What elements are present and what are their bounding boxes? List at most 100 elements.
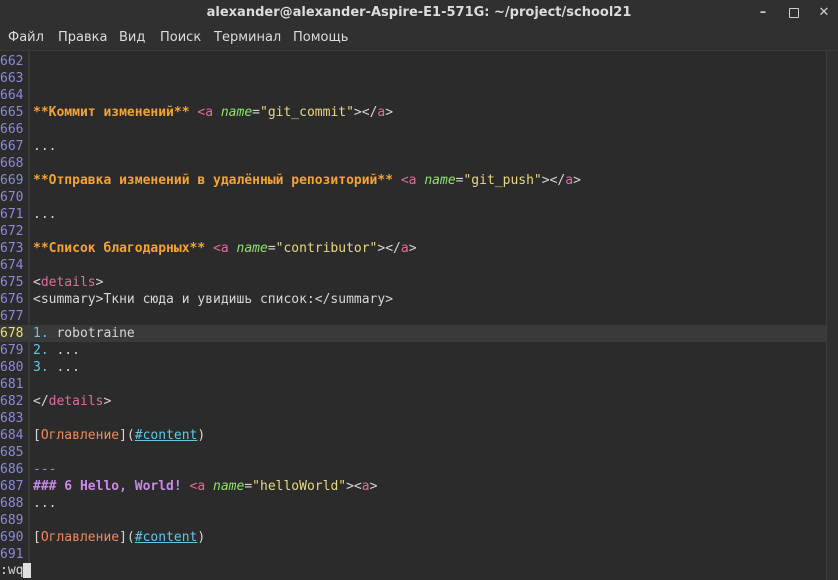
menu-search[interactable]: Поиск bbox=[160, 26, 201, 50]
code-token: "helloWorld" bbox=[252, 479, 347, 494]
line-number: 681 bbox=[0, 377, 24, 392]
line-number: 665 bbox=[0, 105, 24, 120]
code-token: > bbox=[103, 394, 112, 409]
code-token: > bbox=[95, 275, 104, 290]
code-token: name bbox=[236, 241, 268, 256]
line-number: 689 bbox=[0, 513, 24, 528]
line-number: 687 bbox=[0, 479, 24, 494]
editor-line[interactable]: 680 3. ... bbox=[0, 359, 826, 376]
editor-line[interactable]: 674 bbox=[0, 257, 826, 274]
editor-line[interactable]: 688... bbox=[0, 495, 826, 512]
editor-line[interactable]: 673 **Список благодарных** <a name="contr… bbox=[0, 240, 826, 257]
line-text: <summary>Ткни сюда и увидишь список:</su… bbox=[33, 291, 393, 308]
line-number: 690 bbox=[0, 530, 24, 545]
code-token: ></ bbox=[353, 105, 378, 120]
code-token: a bbox=[565, 173, 574, 188]
code-token: > bbox=[385, 105, 394, 120]
line-number: 676 bbox=[0, 292, 24, 307]
command-line[interactable]: :wq bbox=[0, 562, 826, 580]
line-number: 682 bbox=[0, 394, 24, 409]
menu-edit[interactable]: Правка bbox=[58, 26, 107, 50]
editor-line[interactable]: 687 ### 6 Hello, World! <a name="helloWor… bbox=[0, 478, 826, 495]
editor-line[interactable]: 679 2. ... bbox=[0, 342, 826, 359]
editor-line[interactable]: 664 bbox=[0, 87, 826, 104]
editor-line[interactable]: 691 bbox=[0, 546, 826, 563]
code-token: ) bbox=[197, 530, 206, 545]
editor-line[interactable]: 670 bbox=[0, 189, 826, 206]
menu-file[interactable]: Файл bbox=[8, 26, 44, 50]
code-token: name bbox=[220, 105, 253, 120]
editor-line[interactable]: 667... bbox=[0, 138, 826, 155]
menu-view[interactable]: Вид bbox=[119, 26, 145, 50]
editor-line[interactable]: 686 --- bbox=[0, 461, 826, 478]
line-number: 686 bbox=[0, 462, 24, 477]
line-text: 1. robotraine bbox=[33, 325, 135, 342]
editor-line[interactable]: 662 bbox=[0, 53, 826, 70]
code-token: #content bbox=[134, 530, 198, 545]
editor-line[interactable]: 684 [Оглавление](#content) bbox=[0, 427, 826, 444]
code-token: ]( bbox=[119, 530, 135, 545]
close-icon[interactable]: ✕ bbox=[815, 4, 833, 22]
editor-line[interactable]: 678 1. robotraine bbox=[0, 325, 826, 342]
code-token: > bbox=[408, 241, 417, 256]
line-text: ... bbox=[33, 495, 56, 512]
code-token: ></ bbox=[377, 241, 401, 256]
code-token: = bbox=[267, 241, 276, 256]
editor-line[interactable]: 666 bbox=[0, 121, 826, 138]
editor-line[interactable]: 672 bbox=[0, 223, 826, 240]
code-token: "git_push" bbox=[463, 173, 542, 188]
code-token: ]( bbox=[119, 428, 135, 443]
title-bar: alexander@alexander-Aspire-E1-571G: ~/pr… bbox=[0, 0, 838, 26]
menu-bar: Файл Правка Вид Поиск Терминал Помощь bbox=[0, 26, 838, 51]
code-token: = bbox=[244, 479, 253, 494]
code-token: ... bbox=[33, 207, 57, 222]
code-token: <a bbox=[213, 241, 229, 256]
editor-line[interactable]: 668 bbox=[0, 155, 826, 172]
editor-line[interactable]: 683 bbox=[0, 410, 826, 427]
code-token: <a bbox=[197, 105, 214, 120]
line-text: <details> bbox=[33, 274, 103, 291]
editor-line[interactable]: 690 [Оглавление](#content) bbox=[0, 529, 826, 546]
line-number: 667 bbox=[0, 139, 24, 154]
editor-line[interactable]: 663 bbox=[0, 70, 826, 87]
editor-line[interactable]: 669 **Отправка изменений в удалённый репо… bbox=[0, 172, 826, 189]
minimize-icon[interactable]: – bbox=[754, 4, 772, 22]
maximize-icon[interactable] bbox=[785, 4, 803, 22]
code-token: <a bbox=[400, 173, 417, 188]
code-token: ></ bbox=[541, 173, 566, 188]
editor-line[interactable]: 675 <details> bbox=[0, 274, 826, 291]
line-text: --- bbox=[33, 461, 56, 478]
menu-terminal[interactable]: Терминал bbox=[214, 26, 281, 50]
line-number: 677 bbox=[0, 309, 24, 324]
line-number: 683 bbox=[0, 411, 24, 426]
code-token: [ bbox=[33, 530, 41, 545]
code-token: ... bbox=[48, 343, 80, 358]
line-number: 680 bbox=[0, 360, 24, 375]
line-number: 668 bbox=[0, 156, 24, 171]
editor-area[interactable]: 662 663 664 665 **Коммит изменений** <a name… bbox=[0, 51, 838, 563]
line-number: 688 bbox=[0, 496, 24, 511]
editor-line[interactable]: 676 <summary>Ткни сюда и увидишь список:<… bbox=[0, 291, 826, 308]
scrollbar[interactable] bbox=[826, 51, 838, 580]
editor-line[interactable]: 677 bbox=[0, 308, 826, 325]
line-number: 669 bbox=[0, 173, 24, 188]
line-text: [Оглавление](#content) bbox=[33, 529, 205, 546]
editor-line[interactable]: 682 </details> bbox=[0, 393, 826, 410]
line-number: 671 bbox=[0, 207, 24, 222]
code-token: <summary>Ткни сюда и увидишь список:</su… bbox=[33, 292, 394, 307]
editor-line[interactable]: 685 bbox=[0, 444, 826, 461]
editor-line[interactable]: 681 bbox=[0, 376, 826, 393]
code-token: a bbox=[400, 241, 409, 256]
menu-help[interactable]: Помощь bbox=[293, 26, 348, 50]
line-number: 679 bbox=[0, 343, 24, 358]
line-number: 670 bbox=[0, 190, 24, 205]
command-text: :wq bbox=[0, 563, 24, 578]
text-cursor bbox=[23, 563, 32, 578]
editor-line[interactable]: 665 **Коммит изменений** <a name="git_com… bbox=[0, 104, 826, 121]
editor-line[interactable]: 671... bbox=[0, 206, 826, 223]
line-number: 666 bbox=[0, 122, 24, 137]
code-token: > bbox=[573, 173, 581, 188]
editor-line[interactable]: 689 bbox=[0, 512, 826, 529]
line-number: 685 bbox=[0, 445, 24, 460]
